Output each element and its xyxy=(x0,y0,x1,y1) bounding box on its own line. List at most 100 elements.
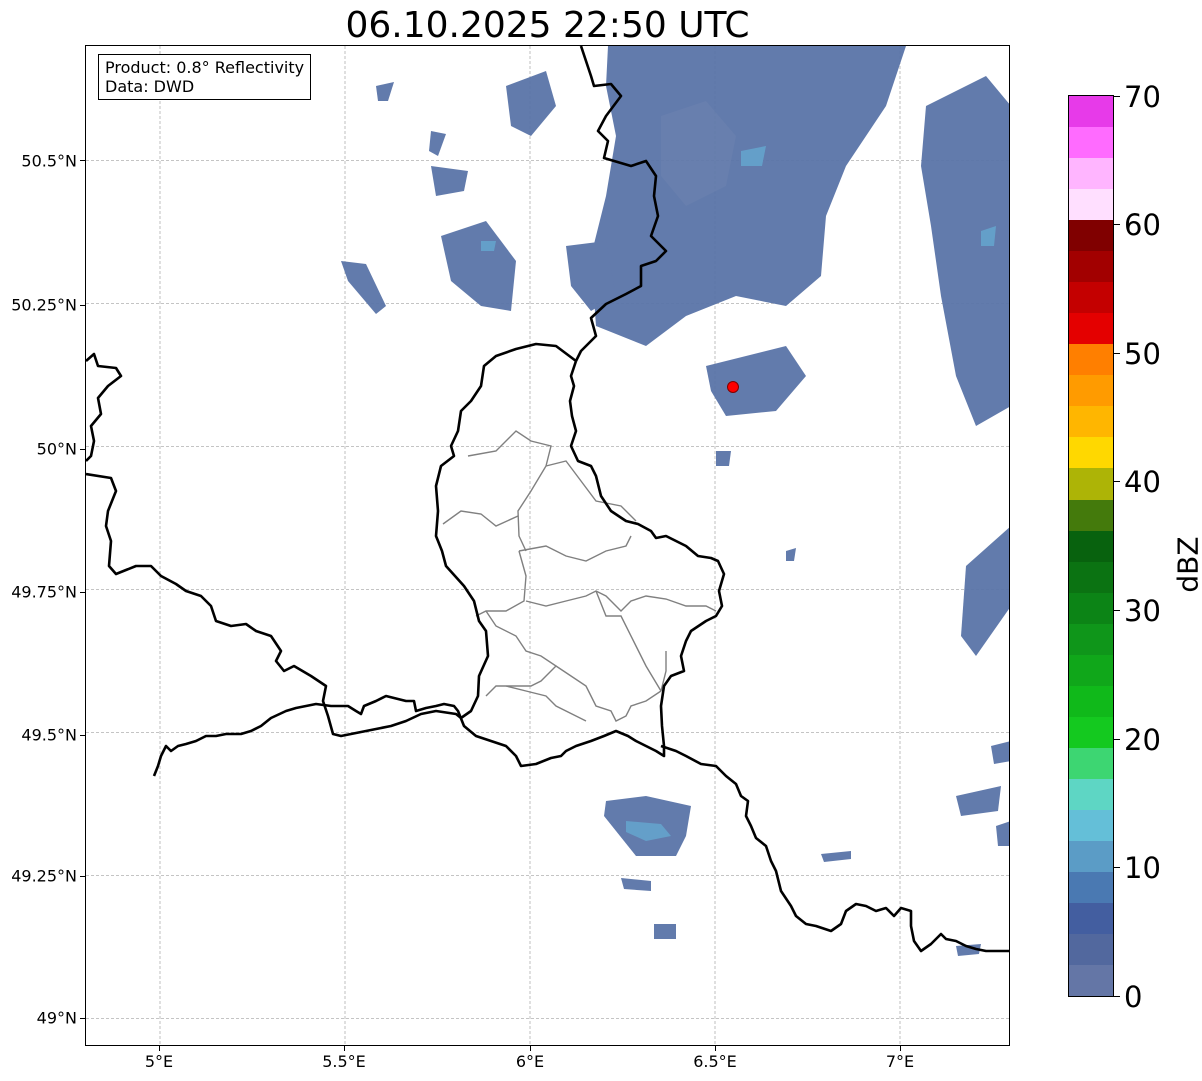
y-tickmark xyxy=(80,735,85,736)
echo-region-east-2 xyxy=(956,786,1001,816)
colorbar-segment xyxy=(1069,902,1113,934)
admin-boundaries xyxy=(442,430,717,722)
border-luxembourg xyxy=(152,360,726,777)
y-tick-label: 50.25°N xyxy=(11,295,77,315)
colorbar-segment xyxy=(1069,809,1113,841)
y-tickmark xyxy=(80,160,85,161)
colorbar-segment xyxy=(1069,685,1113,717)
echo-small-3 xyxy=(341,261,386,314)
colorbar-segment xyxy=(1069,623,1113,655)
colorbar-segment xyxy=(1069,561,1113,593)
x-tickmark xyxy=(344,1046,345,1051)
colorbar-segment xyxy=(1069,964,1113,996)
colorbar-tickmark xyxy=(1114,481,1120,482)
y-tickmark xyxy=(80,1018,85,1019)
colorbar-segment xyxy=(1069,406,1113,438)
data-source-label: Data: DWD xyxy=(105,77,195,96)
colorbar-segment xyxy=(1069,158,1113,190)
colorbar-label: dBZ xyxy=(1171,536,1202,593)
colorbar-segment xyxy=(1069,220,1113,252)
y-tickmark xyxy=(80,876,85,877)
country-borders xyxy=(86,46,1009,953)
colorbar-segment xyxy=(1069,189,1113,221)
echo-small-6 xyxy=(786,548,796,561)
echo-small-7 xyxy=(621,878,651,891)
colorbar-segment xyxy=(1069,592,1113,624)
map-plot-area[interactable]: Product: 0.8° Reflectivity Data: DWD xyxy=(85,45,1010,1046)
colorbar-segment xyxy=(1069,716,1113,748)
border-lux-west xyxy=(434,342,577,720)
x-tickmark xyxy=(715,1046,716,1051)
echo-scatter-1 xyxy=(706,346,806,416)
colorbar-tickmark xyxy=(1114,867,1120,868)
radar-site-marker xyxy=(727,381,739,393)
y-tick-label: 49°N xyxy=(36,1008,77,1028)
x-tickmark xyxy=(530,1046,531,1051)
echo-region-east xyxy=(961,527,1009,656)
colorbar-segment xyxy=(1069,499,1113,531)
x-tickmark xyxy=(159,1046,160,1051)
colorbar-segment xyxy=(1069,437,1113,469)
colorbar-segment xyxy=(1069,530,1113,562)
colorbar-tickmark xyxy=(1114,739,1120,740)
colorbar-tick-label: 30 xyxy=(1124,594,1161,628)
y-tick-label: 49.5°N xyxy=(21,725,77,745)
border-be-nl xyxy=(86,352,123,462)
colorbar-segment xyxy=(1069,778,1113,810)
colorbar-tick-label: 70 xyxy=(1124,80,1161,114)
x-tickmark xyxy=(900,1046,901,1051)
y-tick-label: 49.75°N xyxy=(11,582,77,602)
y-tickmark xyxy=(80,305,85,306)
map-canvas xyxy=(86,46,1009,1045)
x-tick-label: 5.5°E xyxy=(322,1052,366,1071)
colorbar-segment xyxy=(1069,375,1113,407)
y-tickmark xyxy=(80,449,85,450)
colorbar-segment xyxy=(1069,313,1113,345)
border-de-fr xyxy=(660,744,1009,953)
x-tick-label: 7°E xyxy=(885,1052,915,1071)
colorbar-tickmark xyxy=(1114,610,1120,611)
colorbar-segment xyxy=(1069,251,1113,283)
colorbar-segment xyxy=(1069,282,1113,314)
colorbar-segment xyxy=(1069,468,1113,500)
y-tickmark xyxy=(80,592,85,593)
graticule xyxy=(86,46,1009,1045)
echo-small-8 xyxy=(654,924,676,939)
echo-small-1 xyxy=(376,82,394,101)
colorbar-segment xyxy=(1069,747,1113,779)
colorbar-tick-label: 50 xyxy=(1124,337,1161,371)
echo-region-upper-right xyxy=(921,76,1009,426)
colorbar-segment xyxy=(1069,840,1113,872)
colorbar-segment xyxy=(1069,871,1113,903)
y-tick-label: 50°N xyxy=(36,439,77,459)
echo-region-west-1 xyxy=(441,221,516,311)
echo-region-east-3 xyxy=(991,741,1009,764)
echo-scatter-2 xyxy=(716,451,731,466)
border-be-fr xyxy=(86,472,462,738)
colorbar-segment xyxy=(1069,127,1113,159)
echo-region-west-2 xyxy=(506,71,556,136)
colorbar-segment xyxy=(1069,654,1113,686)
x-tick-label: 6°E xyxy=(515,1052,545,1071)
y-tick-label: 49.25°N xyxy=(11,866,77,886)
x-tick-label: 5°E xyxy=(144,1052,174,1071)
colorbar-tickmark xyxy=(1114,996,1120,997)
map-title: 06.10.2025 22:50 UTC xyxy=(345,5,750,46)
echo-region-north xyxy=(591,46,906,346)
colorbar-segment xyxy=(1069,933,1113,965)
x-tick-label: 6.5°E xyxy=(693,1052,737,1071)
colorbar-segment xyxy=(1069,96,1113,128)
echo-small-5 xyxy=(821,851,851,862)
echo-region-east-4 xyxy=(996,821,1009,846)
y-tick-label: 50.5°N xyxy=(21,151,77,171)
colorbar-tickmark xyxy=(1114,224,1120,225)
colorbar-tickmark xyxy=(1114,96,1120,97)
product-label: Product: 0.8° Reflectivity xyxy=(105,58,305,77)
colorbar-tick-label: 10 xyxy=(1124,851,1161,885)
colorbar-tickmark xyxy=(1114,353,1120,354)
radar-echoes xyxy=(341,46,1009,956)
echo-small-2 xyxy=(429,131,446,156)
colorbar-tick-label: 60 xyxy=(1124,208,1161,242)
colorbar-segment xyxy=(1069,344,1113,376)
colorbar xyxy=(1068,95,1114,997)
